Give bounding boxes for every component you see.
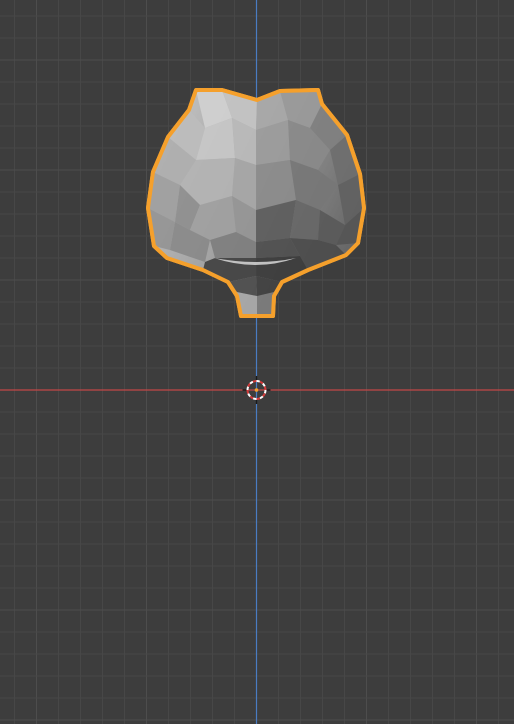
- viewport-canvas[interactable]: [0, 0, 514, 724]
- 3d-cursor-icon[interactable]: [242, 376, 271, 404]
- 3d-viewport[interactable]: [0, 0, 514, 724]
- head-mesh-object[interactable]: [146, 88, 366, 318]
